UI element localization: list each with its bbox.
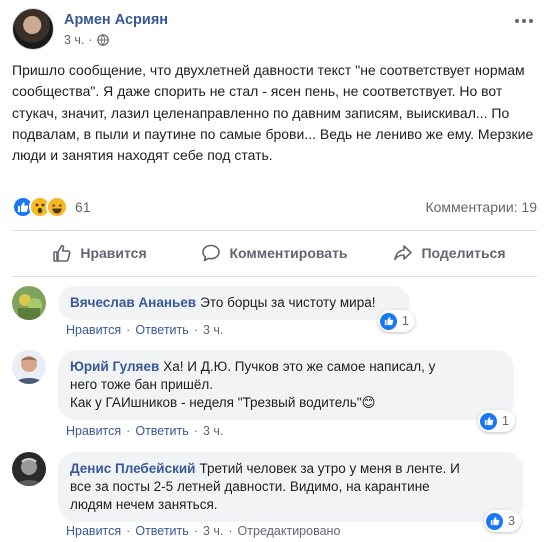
comment-button-label: Комментировать — [229, 245, 348, 261]
comment-reaction-count: 3 — [508, 514, 515, 528]
haha-reaction-icon — [46, 196, 68, 218]
comment-like-link[interactable]: Нравится — [66, 424, 121, 438]
divider — [12, 230, 537, 231]
comment-reply-link[interactable]: Ответить — [135, 524, 188, 538]
comment: Юрий Гуляев Ха! И Д.Ю. Пучков это же само… — [12, 350, 537, 446]
globe-icon — [96, 34, 109, 46]
share-icon — [394, 245, 413, 261]
like-reaction-icon — [486, 512, 503, 530]
reaction-count[interactable]: 61 — [75, 199, 91, 215]
post-header: Армен Асриян 3 ч. · — [12, 8, 535, 52]
comment-time[interactable]: 3 ч. — [203, 323, 223, 337]
post-action-bar: Нравится Комментировать Поделиться — [12, 236, 537, 270]
commenter-avatar[interactable] — [12, 286, 46, 320]
comment-text: Это борцы за чистоту мира! — [200, 295, 376, 310]
post-meta: 3 ч. · — [64, 33, 109, 47]
comment-reply-link[interactable]: Ответить — [135, 323, 188, 337]
reaction-icons[interactable] — [12, 196, 68, 218]
comment-author[interactable]: Денис Плебейский — [70, 461, 195, 476]
post-text: Пришло сообщение, что двухлетней давност… — [12, 62, 534, 164]
comment-icon — [202, 244, 221, 262]
comments-count[interactable]: Комментарии: 19 — [425, 199, 537, 215]
comment-actions: Нравится · Ответить · 3 ч. — [66, 323, 224, 337]
reactions-bar: 61 Комментарии: 19 — [12, 196, 537, 220]
comment-button[interactable]: Комментировать — [187, 236, 362, 270]
comment-reaction-count: 1 — [502, 414, 509, 428]
like-button-label: Нравится — [80, 245, 147, 261]
commenter-avatar[interactable] — [12, 350, 46, 384]
comment-author[interactable]: Юрий Гуляев — [70, 359, 159, 374]
comment-bubble: Денис Плебейский Третий человек за утро у… — [58, 452, 523, 522]
post-time[interactable]: 3 ч. — [64, 33, 84, 47]
comment-time[interactable]: 3 ч. — [203, 524, 223, 538]
comment-reactions[interactable]: 1 — [478, 410, 515, 432]
comment-actions: Нравится · Ответить · 3 ч. — [66, 424, 224, 438]
divider — [12, 276, 537, 277]
share-button[interactable]: Поделиться — [362, 236, 537, 270]
comment-like-link[interactable]: Нравится — [66, 323, 121, 337]
comment-like-link[interactable]: Нравится — [66, 524, 121, 538]
comment-reply-link[interactable]: Ответить — [135, 424, 188, 438]
comment-author[interactable]: Вячеслав Ананьев — [70, 295, 196, 310]
comment-time[interactable]: 3 ч. — [203, 424, 223, 438]
author-name[interactable]: Армен Асриян — [64, 12, 168, 28]
comment-bubble: Юрий Гуляев Ха! И Д.Ю. Пучков это же само… — [58, 350, 514, 420]
comment-bubble: Вячеслав Ананьев Это борцы за чистоту мир… — [58, 286, 410, 320]
comment: Вячеслав Ананьев Это борцы за чистоту мир… — [12, 286, 537, 342]
like-reaction-icon — [480, 412, 497, 430]
like-reaction-icon — [380, 312, 397, 330]
comment-reaction-count: 1 — [402, 314, 409, 328]
comment-edited-label[interactable]: Отредактировано — [238, 524, 341, 538]
comment-reactions[interactable]: 3 — [484, 510, 521, 532]
like-button[interactable]: Нравится — [12, 236, 187, 270]
more-options-icon[interactable] — [513, 14, 535, 28]
comment-reactions[interactable]: 1 — [378, 310, 415, 332]
comment: Денис Плебейский Третий человек за утро у… — [12, 452, 537, 542]
author-avatar[interactable] — [12, 8, 54, 50]
share-button-label: Поделиться — [421, 245, 506, 261]
comment-actions: Нравится · Ответить · 3 ч. · Отредактирован… — [66, 524, 341, 538]
commenter-avatar[interactable] — [12, 452, 46, 486]
thumbs-up-icon — [53, 244, 71, 262]
